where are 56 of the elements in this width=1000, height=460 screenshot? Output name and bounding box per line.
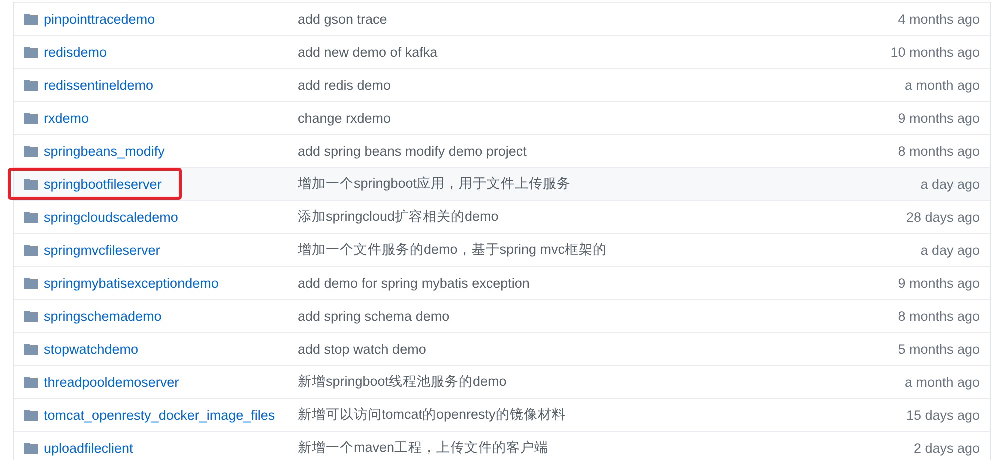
folder-icon — [24, 310, 38, 322]
commit-message[interactable]: add spring beans modify demo project — [298, 144, 898, 158]
commit-message[interactable]: add new demo of kafka — [298, 44, 891, 60]
commit-message[interactable]: change rxdemo — [298, 110, 898, 126]
commit-age: 9 months ago — [898, 276, 981, 290]
folder-link[interactable]: rxdemo — [44, 110, 90, 126]
folder-link[interactable]: springschemademo — [44, 308, 162, 324]
folder-icon — [24, 178, 38, 190]
folder-icon — [24, 442, 38, 454]
commit-age: 28 days ago — [906, 210, 981, 224]
commit-message[interactable]: 添加springcloud扩容相关的demo — [298, 208, 906, 226]
folder-icon — [24, 244, 38, 256]
commit-age: 8 months ago — [898, 308, 981, 324]
commit-age: 8 months ago — [898, 144, 981, 158]
folder-icon — [24, 376, 38, 388]
commit-message[interactable]: 增加一个springboot应用，用于文件上传服务 — [298, 175, 921, 193]
folder-icon — [24, 409, 38, 421]
folder-icon — [24, 277, 38, 289]
folder-link[interactable]: springmvcfileserver — [44, 242, 160, 258]
folder-link[interactable]: springbootfileserver — [44, 176, 162, 192]
folder-link[interactable]: springbeans_modify — [44, 144, 165, 158]
commit-age: 2 days ago — [914, 440, 981, 456]
folder-icon — [24, 13, 38, 25]
commit-age: 9 months ago — [898, 110, 981, 126]
folder-icon — [24, 46, 38, 58]
folder-icon — [24, 112, 38, 124]
folder-link[interactable]: redisdemo — [44, 44, 108, 60]
commit-message[interactable]: 新增一个maven工程，上传文件的客户端 — [298, 439, 914, 457]
commit-message[interactable]: add spring schema demo — [298, 308, 898, 324]
commit-age: 4 months ago — [898, 12, 981, 26]
folder-link[interactable]: tomcat_openresty_docker_image_files — [44, 408, 276, 422]
commit-age: a day ago — [920, 242, 981, 258]
folder-link[interactable]: uploadfileclient — [44, 440, 134, 456]
commit-age: 15 days ago — [906, 408, 981, 422]
folder-link[interactable]: springmybatisexceptiondemo — [44, 276, 219, 290]
commit-message[interactable]: add redis demo — [298, 78, 905, 92]
commit-age: 10 months ago — [890, 44, 981, 60]
folder-link[interactable]: pinpointtracedemo — [44, 12, 156, 26]
folder-link[interactable]: stopwatchdemo — [44, 342, 139, 356]
commit-age: a month ago — [904, 374, 981, 390]
commit-age: 5 months ago — [898, 342, 981, 356]
folder-icon — [24, 145, 38, 157]
commit-age: a day ago — [920, 176, 981, 192]
commit-message[interactable]: 增加一个文件服务的demo，基于spring mvc框架的 — [298, 241, 921, 259]
folder-link[interactable]: springcloudscaledemo — [44, 210, 178, 224]
folder-icon — [24, 343, 38, 355]
commit-message[interactable]: add demo for spring mybatis exception — [298, 276, 898, 290]
folder-link[interactable]: threadpooldemoserver — [44, 374, 180, 390]
folder-link[interactable]: redissentineldemo — [44, 78, 154, 92]
folder-icon — [24, 211, 38, 223]
commit-message[interactable]: add gson trace — [298, 12, 898, 26]
commit-age: a month ago — [904, 78, 981, 92]
commit-message[interactable]: add stop watch demo — [298, 342, 898, 356]
commit-message[interactable]: 新增springboot线程池服务的demo — [298, 373, 905, 391]
folder-icon — [24, 79, 38, 91]
commit-message[interactable]: 新增可以访问tomcat的openresty的镜像材料 — [298, 406, 906, 424]
